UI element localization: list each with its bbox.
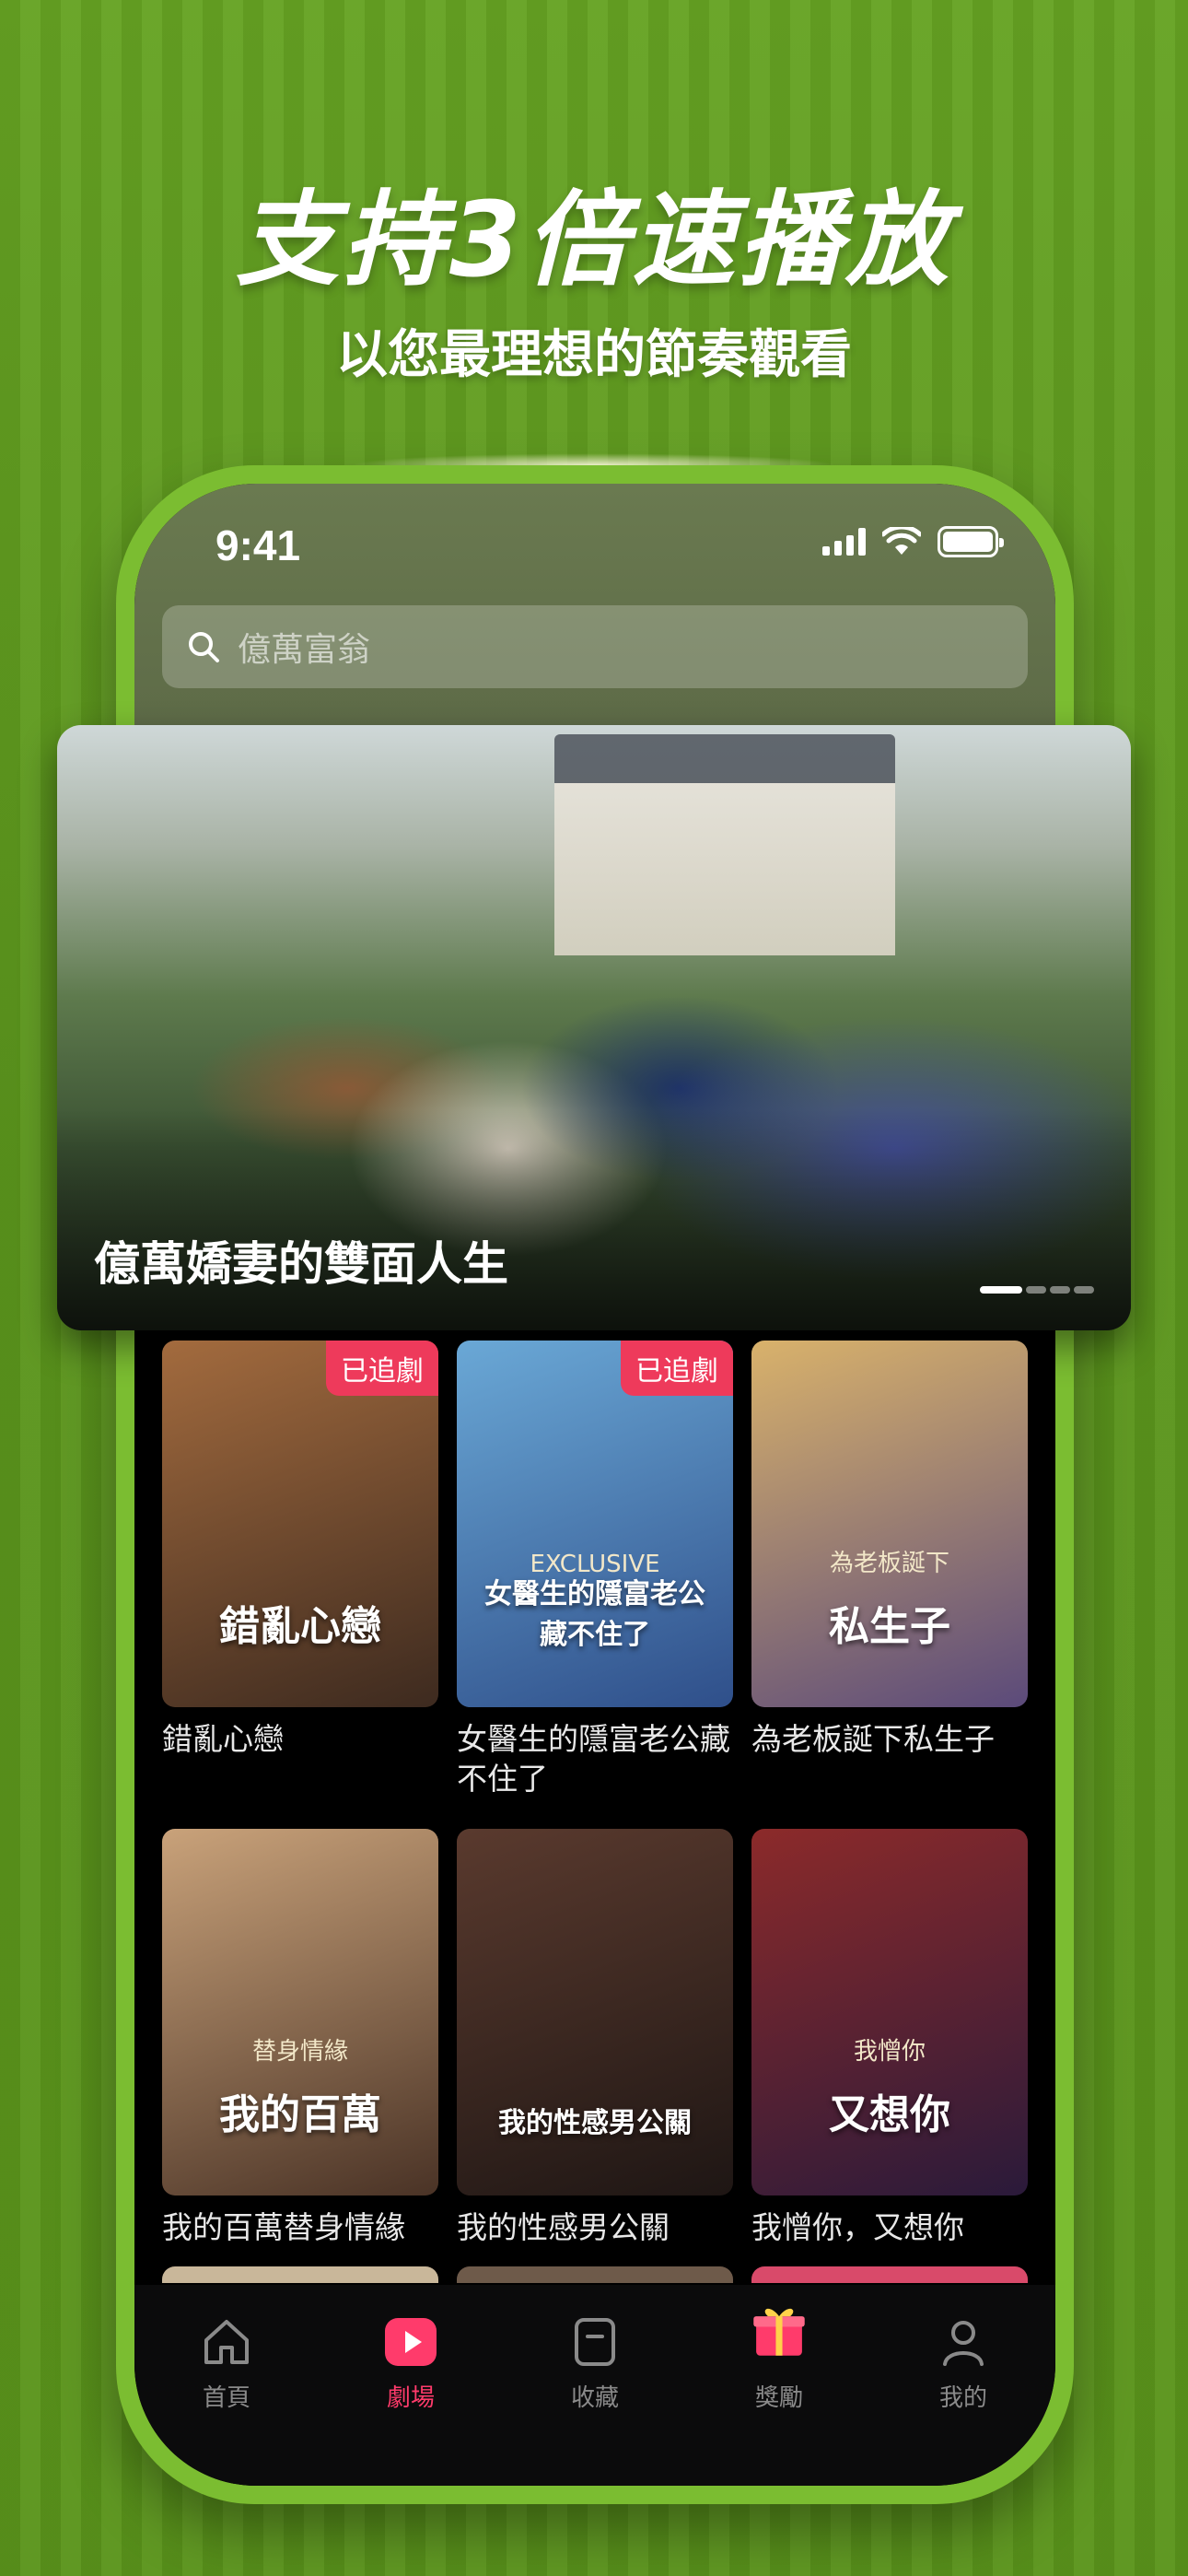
tab-bar: 首頁 劇場 收藏 獎勵 我的: [134, 2285, 1055, 2486]
show-poster-peek[interactable]: [457, 2266, 733, 2283]
show-poster[interactable]: 為老板誕下 私生子: [751, 1341, 1028, 1707]
home-icon: [197, 2313, 256, 2371]
poster-title: 錯亂心戀: [219, 1603, 381, 1650]
show-poster-peek[interactable]: [162, 2266, 438, 2283]
show-poster[interactable]: 已追劇錯亂心戀: [162, 1341, 438, 1707]
carousel-indicator: [980, 1286, 1094, 1294]
profile-icon: [934, 2313, 993, 2371]
poster-subtitle: 替身情緣: [251, 2038, 348, 2066]
poster-title: 女醫生的隱富老公藏不住了: [484, 1578, 705, 1651]
poster-subtitle: 為老板誕下: [829, 1550, 949, 1577]
promo-subline: 以您最理想的節奏觀看: [336, 325, 852, 385]
show-poster[interactable]: 我憎你 又想你: [751, 1829, 1028, 2195]
signal-icon: [822, 528, 866, 556]
show-card[interactable]: 我的性感男公關 我的性感男公關: [457, 1829, 733, 2310]
play-icon: [381, 2313, 440, 2371]
status-icons: [822, 526, 1004, 557]
hero-image: [554, 734, 895, 955]
show-title[interactable]: 女醫生的隱富老公藏不住了: [457, 1720, 733, 1821]
show-title[interactable]: 我的性感男公關: [457, 2208, 733, 2310]
status-time: 9:41: [215, 521, 301, 569]
tab-label: 我的: [938, 2384, 987, 2412]
show-title[interactable]: 我的百萬替身情緣: [162, 2208, 438, 2310]
tab-bookmark[interactable]: 收藏: [512, 2313, 678, 2486]
header-area: 9:41 億萬富翁: [134, 484, 1055, 742]
carousel-dot: [1074, 1286, 1094, 1294]
tab-label: 首頁: [202, 2384, 250, 2412]
show-grid-row-1: 已追劇 錯亂心戀 錯亂心戀 已追劇 EXCLUSIVE 女醫生的隱富老公藏不住了 女醫生的隱…: [162, 1341, 1028, 1821]
battery-icon: [938, 526, 1004, 557]
search-icon: [189, 632, 219, 662]
carousel-dot: [1026, 1286, 1046, 1294]
tab-play[interactable]: 劇場: [328, 2313, 494, 2486]
show-poster-peek[interactable]: [751, 2266, 1028, 2283]
poster-title: 私生子: [829, 1603, 950, 1650]
followed-badge: 已追劇: [326, 1341, 438, 1396]
wifi-icon: [882, 527, 921, 555]
show-grid-row-2: 替身情緣 我的百萬 我的百萬替身情緣 我的性感男公關 我的性感男公關 我憎你 又想你 我憎你，…: [162, 1829, 1028, 2310]
show-card[interactable]: 我憎你又想你我憎你，又想你: [751, 1829, 1028, 2310]
show-title[interactable]: 錯亂心戀: [162, 1720, 438, 1821]
bookmark-icon: [565, 2313, 624, 2371]
poster-subtitle: 我憎你: [853, 2038, 926, 2066]
search-input[interactable]: 億萬富翁: [238, 623, 370, 671]
carousel-dot: [1050, 1286, 1070, 1294]
poster-title: 我的性感男公關: [498, 2107, 692, 2139]
carousel-dot: [980, 1286, 1022, 1294]
promo-headline: 支持3倍速播放: [236, 181, 952, 300]
hero-title: 億萬嬌妻的雙面人生: [94, 1237, 508, 1291]
show-title[interactable]: 我憎你，又想你: [751, 2208, 1028, 2310]
show-card[interactable]: 為老板誕下 私生子 為老板誕下私生子: [751, 1341, 1028, 1821]
tab-label: 收藏: [570, 2384, 619, 2412]
show-card[interactable]: 已追劇 錯亂心戀 錯亂心戀: [162, 1341, 438, 1821]
show-grid-row-peek: [162, 2266, 1028, 2283]
show-poster[interactable]: 替身情緣 我的百萬: [162, 1829, 438, 2195]
tab-label: 劇場: [386, 2384, 435, 2412]
show-poster[interactable]: 我的性感男公關: [457, 1829, 733, 2195]
show-title[interactable]: 為老板誕下私生子: [751, 1720, 1028, 1821]
tab-label: 獎勵: [754, 2384, 803, 2412]
show-card[interactable]: 替身情緣 我的百萬 我的百萬替身情緣: [162, 1829, 438, 2310]
tab-profile[interactable]: 我的: [880, 2313, 1046, 2486]
tab-gift[interactable]: 獎勵: [696, 2308, 862, 2486]
tab-home[interactable]: 首頁: [144, 2313, 309, 2486]
search-bar[interactable]: 億萬富翁: [162, 605, 1028, 688]
poster-title: 我的百萬: [219, 2091, 381, 2138]
poster-title: 又想你: [829, 2091, 950, 2138]
hero-banner[interactable]: 億萬嬌妻的雙面人生: [57, 725, 1131, 1330]
show-poster[interactable]: 已追劇 EXCLUSIVE 女醫生的隱富老公藏不住了: [457, 1341, 733, 1707]
followed-badge: 已追劇: [621, 1341, 733, 1396]
show-card[interactable]: 已追劇 EXCLUSIVE 女醫生的隱富老公藏不住了 女醫生的隱富老公藏不住了: [457, 1341, 733, 1821]
